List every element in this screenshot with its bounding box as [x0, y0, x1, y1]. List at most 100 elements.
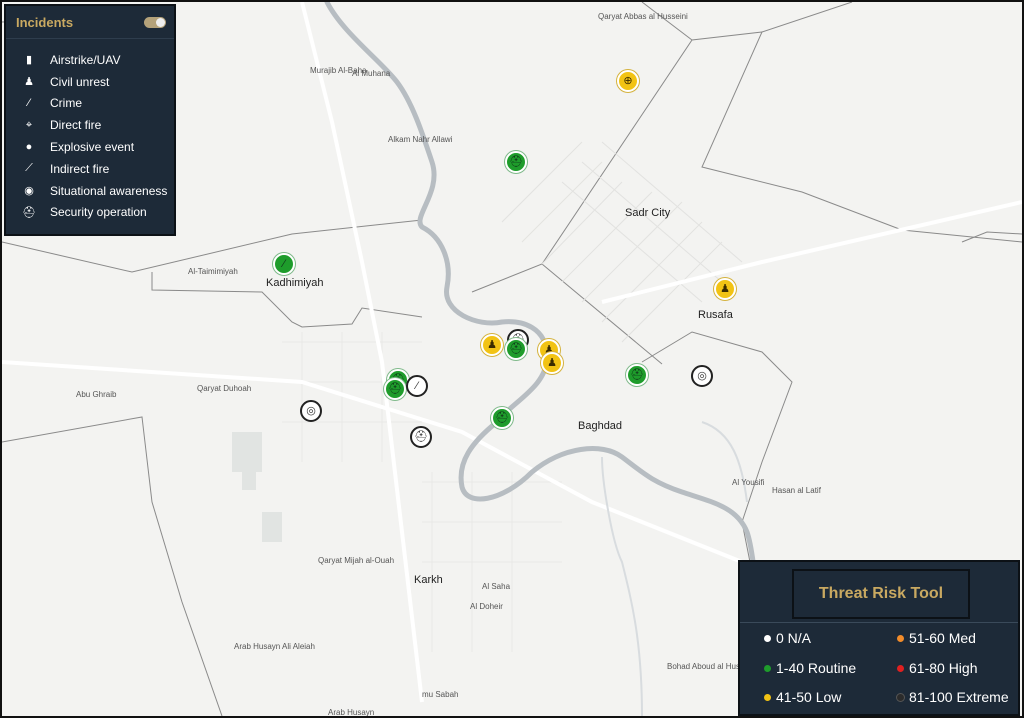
- place-label: Al Saha: [482, 582, 511, 591]
- threat-level-na: 0 N/A: [764, 630, 811, 646]
- map-frame: Kadhimiyah Sadr City Rusafa Baghdad Kark…: [0, 0, 1024, 718]
- threat-level-label: 51-60 Med: [909, 630, 976, 646]
- district-boundary: [641, 331, 793, 563]
- place-label: Al Doheir: [470, 602, 503, 611]
- situational-icon: ◎: [697, 369, 707, 382]
- incident-type-label: Airstrike/UAV: [50, 52, 121, 67]
- incident-type-situational[interactable]: ◉ Situational awareness: [20, 180, 174, 202]
- incident-marker-security[interactable]: ⛑: [626, 364, 648, 386]
- district-boundary: [761, 2, 853, 33]
- incident-type-label: Indirect fire: [50, 161, 110, 176]
- security-icon: ⛑: [414, 430, 428, 443]
- situational-icon: ◉: [24, 185, 34, 198]
- threat-dot: [764, 664, 771, 672]
- incident-type-crime[interactable]: ⁄ Crime: [20, 93, 174, 115]
- crime-icon: ⁄: [416, 379, 418, 392]
- incident-type-security[interactable]: ⛑ Security operation: [20, 202, 174, 224]
- place-label: mu Sabah: [422, 690, 459, 699]
- security-icon: ⛑: [630, 368, 644, 381]
- incident-type-list: ▮ Airstrike/UAV ♟ Civil unrest ⁄ Crime ⌖ Dir…: [6, 39, 174, 223]
- place-label-rusafa: Rusafa: [698, 309, 733, 321]
- airport-area: [262, 512, 282, 542]
- place-label: Hasan al Latif: [772, 486, 821, 495]
- threat-title: Threat Risk Tool: [818, 585, 944, 602]
- threat-level-high: 61-80 High: [897, 660, 978, 676]
- place-label: Qaryat Duhoah: [197, 384, 252, 393]
- incident-type-label: Explosive event: [50, 140, 135, 155]
- threat-level-label: 81-100 Extreme: [909, 689, 1009, 705]
- threat-level-label: 61-80 High: [909, 660, 978, 676]
- place-label: Al Yousifi: [732, 478, 765, 487]
- place-label: Al-Taimimiyah: [188, 267, 238, 276]
- civil-unrest-icon: ♟: [720, 282, 730, 295]
- explosive-icon: ●: [25, 141, 33, 154]
- civil-unrest-icon: ♟: [547, 356, 557, 369]
- threat-dot: [764, 634, 771, 642]
- district-boundary: [2, 416, 223, 716]
- incident-marker-crime[interactable]: ⁄: [273, 253, 295, 275]
- place-label: Qaryat Mijah al-Ouah: [318, 556, 395, 565]
- threat-dot: [897, 664, 904, 672]
- security-icon: ⛑: [388, 382, 402, 395]
- incident-type-explosive[interactable]: ● Explosive event: [20, 136, 174, 158]
- civil-unrest-icon: ♟: [24, 76, 34, 89]
- incident-marker-civil-unrest[interactable]: ♟: [541, 352, 563, 374]
- incident-marker-security[interactable]: ⛑: [505, 151, 527, 173]
- district-boundary: [641, 2, 693, 41]
- place-label-karkh: Karkh: [414, 574, 443, 586]
- incident-type-airstrike[interactable]: ▮ Airstrike/UAV: [20, 49, 174, 71]
- threat-level-routine: 1-40 Routine: [764, 660, 856, 676]
- civil-unrest-icon: ♟: [487, 338, 497, 351]
- situational-icon: ⊕: [623, 74, 633, 87]
- incident-marker-security[interactable]: ⛑: [505, 338, 527, 360]
- incident-type-label: Security operation: [50, 205, 147, 220]
- incident-type-label: Crime: [50, 96, 82, 111]
- place-label: Qaryat Abbas al Husseini: [598, 12, 688, 21]
- indirect-fire-icon: ⟋: [25, 162, 33, 175]
- security-icon: ⛑: [495, 411, 509, 424]
- security-icon: ⛑: [509, 155, 523, 168]
- incident-type-civil-unrest[interactable]: ♟ Civil unrest: [20, 71, 174, 93]
- incidents-header: Incidents: [6, 6, 174, 39]
- main-road: [300, 2, 424, 703]
- place-label: Arab Husayn: [328, 708, 375, 717]
- river-branch: [601, 456, 643, 716]
- incidents-toggle[interactable]: [144, 16, 166, 28]
- river-branch: [701, 421, 748, 503]
- place-label-abu-ghraib: Abu Ghraib: [76, 390, 117, 399]
- incidents-panel: Incidents ▮ Airstrike/UAV ♟ Civil unrest ⁄…: [4, 4, 176, 236]
- threat-level-label: 0 N/A: [776, 630, 812, 646]
- incident-marker-civil-unrest[interactable]: ♟: [481, 334, 503, 356]
- incident-marker-situational[interactable]: ⊕: [617, 70, 639, 92]
- road-grid: [501, 141, 723, 343]
- airport-area: [242, 472, 256, 490]
- incident-marker-civil-unrest[interactable]: ♟: [714, 278, 736, 300]
- incident-marker-security[interactable]: ⛑: [491, 407, 513, 429]
- threat-level-extreme: 81-100 Extreme: [897, 689, 1009, 705]
- divider: [740, 622, 1018, 623]
- threat-risk-panel: Threat Risk Tool 0 N/A 51-60 Med 1-40 Ro…: [738, 560, 1020, 716]
- incident-marker-crime[interactable]: ⁄: [406, 375, 428, 397]
- incident-marker-situational[interactable]: ◎: [300, 400, 322, 422]
- district-boundary: [541, 263, 663, 365]
- incident-type-label: Situational awareness: [50, 183, 168, 198]
- threat-level-med: 51-60 Med: [897, 630, 976, 646]
- place-label: Alkam Nahr Allawi: [388, 135, 453, 144]
- security-icon: ⛑: [22, 206, 36, 219]
- place-label: Al Muhana: [352, 69, 391, 78]
- incident-marker-security[interactable]: ⛑: [384, 378, 406, 400]
- threat-dot: [897, 693, 904, 701]
- place-label-kadhimiyah: Kadhimiyah: [266, 277, 324, 289]
- crime-icon: ⁄: [283, 257, 285, 270]
- airport-area: [232, 432, 262, 472]
- incident-marker-security[interactable]: ⛑: [410, 426, 432, 448]
- direct-fire-icon: ⌖: [25, 118, 33, 131]
- incident-type-label: Direct fire: [50, 118, 102, 133]
- threat-dot: [897, 634, 904, 642]
- incident-type-indirect-fire[interactable]: ⟋ Indirect fire: [20, 158, 174, 180]
- incident-marker-situational[interactable]: ◎: [691, 365, 713, 387]
- incident-type-direct-fire[interactable]: ⌖ Direct fire: [20, 114, 174, 136]
- incidents-title: Incidents: [16, 14, 74, 30]
- place-label-sadr-city: Sadr City: [625, 207, 671, 219]
- place-label-baghdad: Baghdad: [578, 420, 623, 432]
